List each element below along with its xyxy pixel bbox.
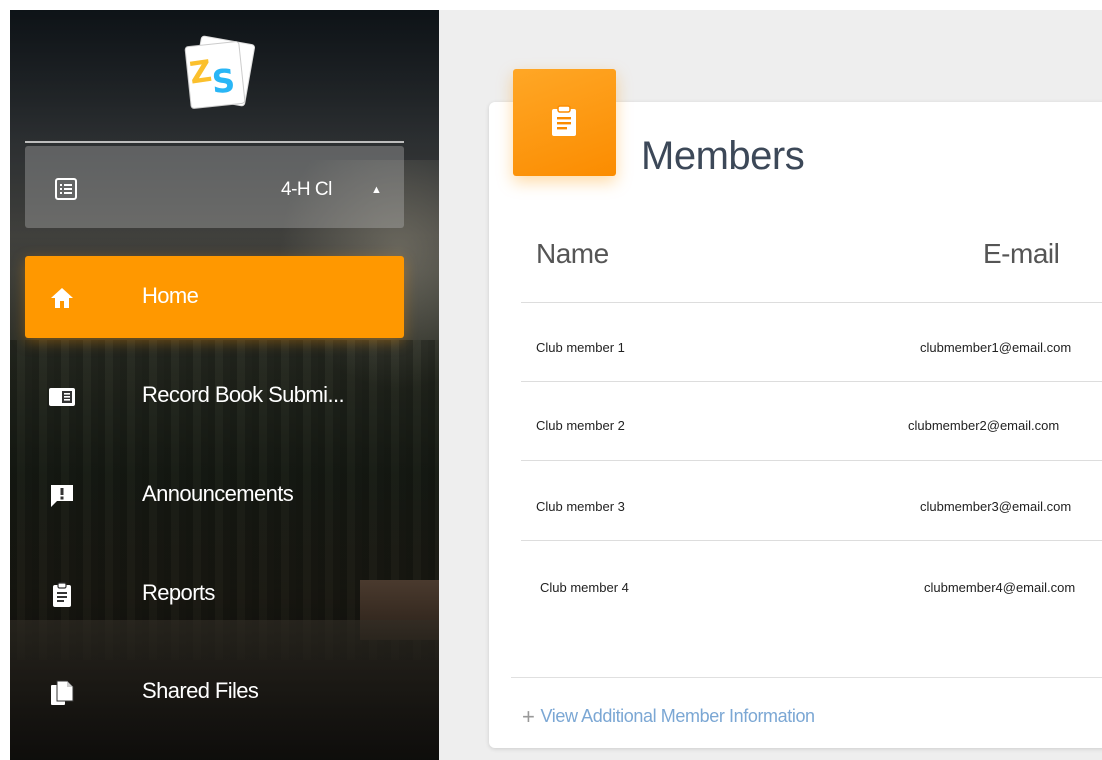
card-footer-divider bbox=[511, 677, 1102, 678]
plus-icon: + bbox=[522, 704, 535, 729]
sidebar-item-label: Reports bbox=[142, 580, 215, 605]
sidebar-item-label: Announcements bbox=[142, 481, 294, 506]
sidebar-item-label: Record Book Submi... bbox=[142, 382, 345, 407]
files-icon bbox=[48, 679, 76, 707]
member-email: clubmember1@email.com bbox=[920, 340, 1072, 355]
sidebar-divider bbox=[25, 141, 404, 143]
table-divider bbox=[521, 460, 1102, 461]
sidebar-item-shared-files[interactable]: Shared Files bbox=[25, 651, 404, 733]
member-name: Club member 1 bbox=[536, 340, 625, 355]
club-selector-label: 4-H Cl bbox=[281, 179, 332, 200]
sidebar-item-label: Shared Files bbox=[142, 678, 259, 703]
table-divider bbox=[521, 302, 1102, 303]
member-name: Club member 2 bbox=[536, 418, 625, 433]
home-icon bbox=[48, 284, 76, 312]
sidebar-item-reports[interactable]: Reports bbox=[25, 553, 404, 635]
member-name: Club member 3 bbox=[536, 499, 625, 514]
sidebar-item-home[interactable]: Home bbox=[25, 256, 404, 338]
member-email: clubmember4@email.com bbox=[924, 580, 1076, 595]
svg-text:S: S bbox=[211, 61, 237, 101]
sidebar-item-label: Home bbox=[142, 283, 199, 308]
view-more-members-label: View Additional Member Information bbox=[540, 706, 815, 726]
member-name: Club member 4 bbox=[540, 580, 629, 595]
caret-up-icon: ▲ bbox=[371, 184, 382, 196]
record-book-icon bbox=[48, 383, 76, 411]
announcement-icon bbox=[48, 482, 76, 510]
column-header-name[interactable]: Name bbox=[536, 238, 609, 270]
table-divider bbox=[521, 381, 1102, 382]
member-email: clubmember2@email.com bbox=[908, 418, 1060, 433]
sidebar-item-announcements[interactable]: Announcements bbox=[25, 454, 404, 536]
page-title: Members bbox=[641, 134, 805, 178]
member-email: clubmember3@email.com bbox=[920, 499, 1072, 514]
table-divider bbox=[521, 540, 1102, 541]
column-header-email[interactable]: E-mail bbox=[983, 238, 1060, 270]
view-more-members-link[interactable]: + View Additional Member Information bbox=[522, 702, 815, 729]
clipboard-icon bbox=[48, 581, 76, 609]
sidebar-item-record-book[interactable]: Record Book Submi... bbox=[25, 355, 404, 437]
list-icon bbox=[55, 178, 77, 200]
clipboard-icon bbox=[552, 105, 576, 136]
members-card-icon bbox=[513, 69, 616, 176]
app-logo[interactable]: Z S bbox=[182, 34, 256, 114]
club-selector[interactable]: 4-H Cl ▲ bbox=[25, 146, 404, 228]
